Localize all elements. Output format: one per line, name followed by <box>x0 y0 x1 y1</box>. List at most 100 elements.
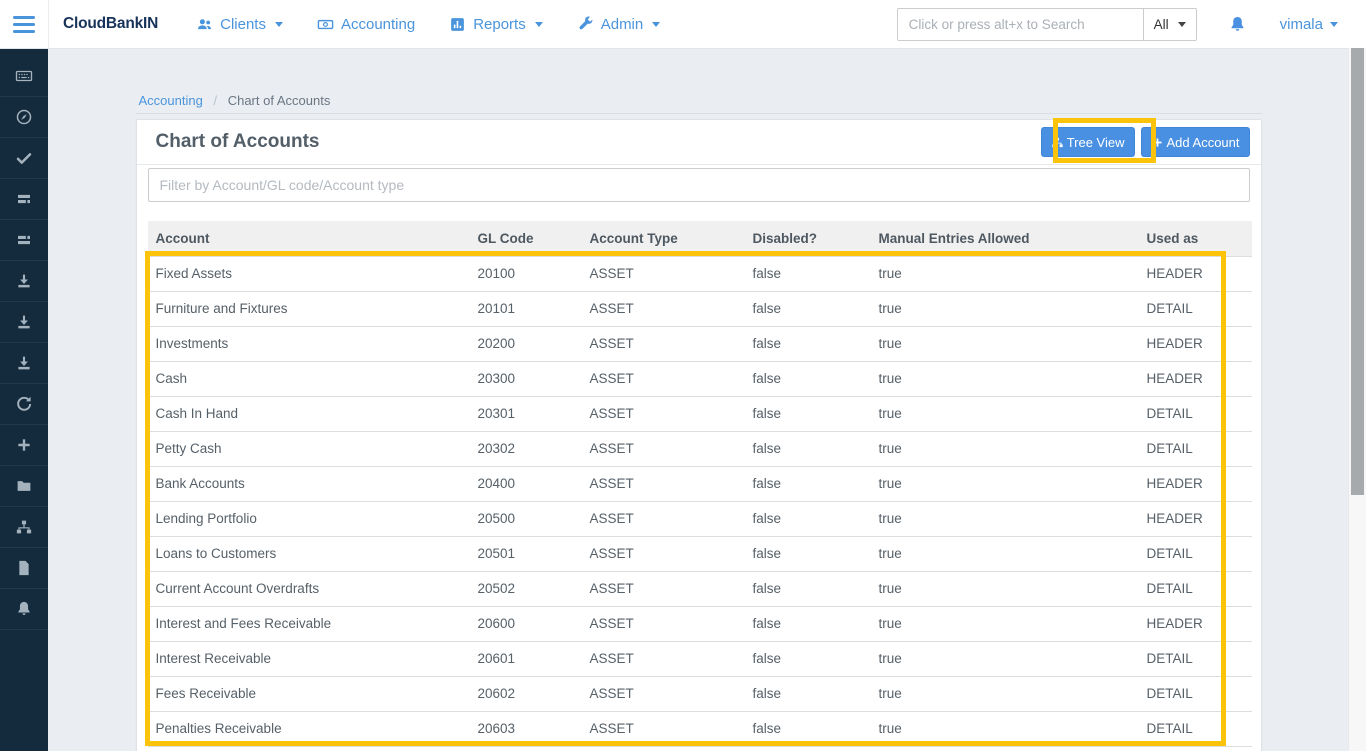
nav-item-clients[interactable]: Clients <box>196 16 283 33</box>
sidebar-item-download[interactable] <box>0 343 48 384</box>
bell-icon[interactable] <box>1228 15 1247 34</box>
cell-disabled: false <box>745 641 871 676</box>
scrollbar-thumb[interactable] <box>1351 48 1364 495</box>
add-account-button[interactable]: Add Account <box>1141 127 1250 157</box>
cell-account-type: ASSET <box>582 466 745 501</box>
search-scope-value: All <box>1154 17 1169 32</box>
sidebar-item-folder[interactable] <box>0 466 48 507</box>
cell-account-type: ASSET <box>582 396 745 431</box>
search-input[interactable] <box>897 8 1144 41</box>
sidebar-item-download[interactable] <box>0 302 48 343</box>
sidebar-item-plus[interactable] <box>0 425 48 466</box>
add-account-button-label: Add Account <box>1167 135 1240 150</box>
hamburger-menu-button[interactable] <box>0 0 49 48</box>
cell-account-type: ASSET <box>582 536 745 571</box>
file-icon <box>15 559 33 577</box>
refresh-icon <box>15 395 33 413</box>
cell-account: Loans to Customers <box>148 536 470 571</box>
table-row[interactable]: Loans to Customers20501ASSETfalsetrueDET… <box>148 536 1252 571</box>
table-row[interactable]: Petty Cash20302ASSETfalsetrueDETAIL <box>148 431 1252 466</box>
table-row[interactable]: Fees Receivable20602ASSETfalsetrueDETAIL <box>148 676 1252 711</box>
column-header-account-type[interactable]: Account Type <box>582 221 745 256</box>
table-row[interactable]: Fixed Assets20100ASSETfalsetrueHEADER <box>148 256 1252 291</box>
table-row[interactable]: Penalties Receivable20603ASSETfalsetrueD… <box>148 711 1252 746</box>
cell-gl-code: 20302 <box>470 431 582 466</box>
breadcrumb-current: Chart of Accounts <box>228 93 331 108</box>
column-header-disabled[interactable]: Disabled? <box>745 221 871 256</box>
column-header-gl-code[interactable]: GL Code <box>470 221 582 256</box>
cell-used-as: HEADER <box>1139 466 1252 501</box>
cell-account: Interest Receivable <box>148 641 470 676</box>
sidebar-item-keyboard[interactable] <box>0 56 48 97</box>
breadcrumb-accounting-link[interactable]: Accounting <box>139 93 203 108</box>
nav-item-admin[interactable]: Admin <box>577 16 661 33</box>
sidebar-item-list[interactable] <box>0 179 48 220</box>
column-header-manual-entries-allowed[interactable]: Manual Entries Allowed <box>871 221 1139 256</box>
table-row[interactable]: Investments20200ASSETfalsetrueHEADER <box>148 326 1252 361</box>
table-row[interactable]: Cash In Hand20301ASSETfalsetrueDETAIL <box>148 396 1252 431</box>
column-header-account[interactable]: Account <box>148 221 470 256</box>
nav-item-reports[interactable]: Reports <box>449 16 543 33</box>
nav-item-accounting[interactable]: Accounting <box>317 16 415 33</box>
username: vimala <box>1280 16 1323 33</box>
cell-manual-entries-allowed: true <box>871 501 1139 536</box>
cell-used-as: HEADER <box>1139 606 1252 641</box>
tree-view-button[interactable]: Tree View <box>1041 127 1135 157</box>
table-row[interactable]: Furniture and Fixtures20101ASSETfalsetru… <box>148 291 1252 326</box>
cell-manual-entries-allowed: true <box>871 641 1139 676</box>
sidebar-item-refresh[interactable] <box>0 384 48 425</box>
app-logo[interactable]: CloudBankIN <box>63 15 158 33</box>
search-scope-select[interactable]: All <box>1144 8 1197 41</box>
main-nav: Clients Accounting Reports Admin <box>196 16 660 33</box>
sidebar-item-list-alt[interactable] <box>0 220 48 261</box>
cell-manual-entries-allowed: true <box>871 396 1139 431</box>
column-header-used-as[interactable]: Used as <box>1139 221 1252 256</box>
sidebar-item-file[interactable] <box>0 548 48 589</box>
table-row[interactable]: Bank Accounts20400ASSETfalsetrueHEADER <box>148 466 1252 501</box>
table-row[interactable]: Interest and Fees Receivable20600ASSETfa… <box>148 606 1252 641</box>
cell-used-as: DETAIL <box>1139 291 1252 326</box>
cell-gl-code: 20101 <box>470 291 582 326</box>
table-row[interactable]: Current Account Overdrafts20502ASSETfals… <box>148 571 1252 606</box>
cell-gl-code: 20502 <box>470 571 582 606</box>
page-scrollbar[interactable] <box>1348 48 1366 751</box>
cell-disabled: false <box>745 361 871 396</box>
table-row[interactable]: Lending Portfolio20500ASSETfalsetrueHEAD… <box>148 501 1252 536</box>
cell-manual-entries-allowed: true <box>871 291 1139 326</box>
cell-account: Furniture and Fixtures <box>148 291 470 326</box>
sidebar-item-compass[interactable] <box>0 97 48 138</box>
cell-manual-entries-allowed: true <box>871 711 1139 746</box>
nav-label: Reports <box>473 16 526 33</box>
cell-used-as: HEADER <box>1139 501 1252 536</box>
cell-account: Cash <box>148 361 470 396</box>
cell-used-as: DETAIL <box>1139 431 1252 466</box>
sidebar-item-download[interactable] <box>0 261 48 302</box>
user-menu[interactable]: vimala <box>1280 16 1338 33</box>
download-icon <box>15 313 33 331</box>
table-row[interactable]: Interest Receivable20601ASSETfalsetrueDE… <box>148 641 1252 676</box>
cell-account: Lending Portfolio <box>148 501 470 536</box>
cell-disabled: false <box>745 501 871 536</box>
chart-of-accounts-panel: Chart of Accounts Tree View Add Account … <box>136 119 1262 751</box>
cell-manual-entries-allowed: true <box>871 676 1139 711</box>
table-body: Fixed Assets20100ASSETfalsetrueHEADERFur… <box>148 256 1252 746</box>
panel-header: Chart of Accounts Tree View Add Account <box>137 120 1261 165</box>
cell-account: Interest and Fees Receivable <box>148 606 470 641</box>
sidebar-item-bell[interactable] <box>0 589 48 630</box>
cell-used-as: DETAIL <box>1139 711 1252 746</box>
table-row[interactable]: Cash20300ASSETfalsetrueHEADER <box>148 361 1252 396</box>
cell-manual-entries-allowed: true <box>871 431 1139 466</box>
cell-used-as: HEADER <box>1139 326 1252 361</box>
main-content: Accounting / Chart of Accounts Chart of … <box>48 48 1349 751</box>
cell-disabled: false <box>745 676 871 711</box>
topbar: CloudBankIN Clients Accounting Reports A… <box>0 0 1366 49</box>
sidebar-item-sitemap[interactable] <box>0 507 48 548</box>
cell-manual-entries-allowed: true <box>871 536 1139 571</box>
cell-gl-code: 20600 <box>470 606 582 641</box>
sidebar-item-check[interactable] <box>0 138 48 179</box>
accounts-filter-input[interactable] <box>148 168 1250 202</box>
money-icon <box>317 16 334 33</box>
cell-disabled: false <box>745 291 871 326</box>
list-alt-icon <box>15 231 33 249</box>
cell-used-as: DETAIL <box>1139 536 1252 571</box>
